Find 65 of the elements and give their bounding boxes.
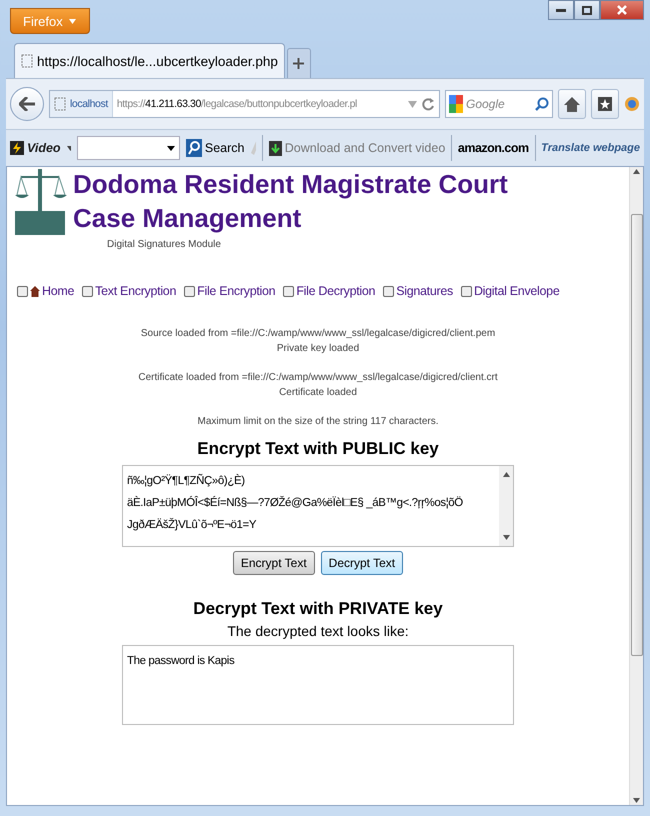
page-icon — [54, 97, 66, 111]
action-button[interactable]: Decrypt Text — [320, 551, 404, 575]
close-button[interactable] — [600, 0, 644, 20]
scroll-up-arrow-icon[interactable] — [502, 472, 510, 477]
star-icon — [598, 97, 612, 111]
maximize-icon — [582, 6, 592, 14]
reload-icon[interactable] — [421, 97, 435, 111]
download-icon — [268, 140, 282, 156]
scroll-up-arrow-icon[interactable] — [633, 169, 640, 174]
caret-icon[interactable] — [66, 146, 71, 150]
encrypted-text-area[interactable]: ñ‰¦gO²Ÿ¶L¶ZÑÇ»ô)¿È) äÈ.IaP±üþMÓÎ<$Éí=Nß§—?7ØŽé@Ga%ëÏèl□E§ _áB™g<.?ŗŗ%os¦õÖ JgðÆÄšŽ}VLû`õ¬ºE¬ö1=Y — [122, 465, 514, 547]
amazon-link[interactable]: amazon.com — [458, 141, 529, 155]
scroll-down-arrow-icon[interactable] — [633, 798, 640, 803]
court-title: Dodoma Resident Magistrate Court — [73, 168, 508, 201]
address-bar[interactable]: localhost https://41.211.63.30/legalcase/buttonpubcertkeyloader.pl — [49, 90, 440, 118]
search-placeholder: Google — [466, 97, 506, 111]
translate-webpage-button[interactable]: Translate webpage — [541, 142, 640, 154]
nav-link[interactable]: Signatures — [383, 284, 453, 298]
maximize-button[interactable] — [574, 0, 600, 20]
nav-link[interactable]: File Decryption — [283, 284, 376, 298]
download-video-button[interactable]: Download and Convert video — [268, 140, 446, 156]
tab-title: https://localhost/le...ubcertkeyloader.php — [37, 54, 278, 68]
page-scrollbar[interactable] — [629, 167, 643, 805]
status-message: Certificate loaded from =file://C:/wamp/www/www_ssl/legalcase/digicred/client.crt Certificate loaded — [138, 371, 498, 400]
action-button[interactable]: Encrypt Text — [232, 551, 315, 575]
minimize-icon — [556, 8, 566, 12]
nav-link[interactable]: Digital Envelope — [460, 284, 560, 298]
status-message: Maximum limit on the size of the string 117 characters. — [197, 415, 439, 429]
back-button[interactable] — [10, 87, 44, 121]
scroll-down-arrow-icon[interactable] — [502, 535, 510, 540]
house-icon — [564, 96, 580, 112]
addon-icon[interactable] — [624, 96, 640, 112]
dropdown-arrow-icon — [166, 146, 175, 150]
toolbar-search-field[interactable] — [76, 136, 180, 160]
back-arrow-icon — [19, 97, 35, 111]
search-icon[interactable] — [535, 97, 549, 111]
nav-link[interactable]: Text Encryption — [82, 284, 176, 298]
page-icon — [21, 54, 33, 68]
court-title: Case Management — [73, 202, 302, 235]
nav-link[interactable]: Home — [17, 284, 74, 298]
scales-of-justice-logo — [15, 167, 67, 237]
search-engine-icon — [449, 95, 463, 113]
video-toolbar-button[interactable]: Video — [10, 141, 61, 155]
search-toolbar-button[interactable]: Search — [186, 139, 244, 157]
plus-icon — [293, 58, 304, 69]
bookmarks-button[interactable] — [591, 89, 619, 119]
lightning-icon — [10, 141, 24, 155]
url-text: https://41.211.63.30/legalcase/buttonpubcertkeyloader.pl — [116, 98, 358, 110]
close-icon — [617, 5, 627, 15]
decrypt-caption: The decrypted text looks like: — [226, 623, 410, 639]
nav-link[interactable]: File Encryption — [184, 284, 276, 298]
new-tab-button[interactable] — [286, 48, 311, 78]
module-subtitle: Digital Signatures Module — [107, 239, 222, 250]
decrypted-text-area[interactable]: The password is Kapis — [122, 645, 514, 725]
site-identity[interactable]: localhost — [50, 91, 113, 117]
browser-tab[interactable]: https://localhost/le...ubcertkeyloader.php — [14, 43, 285, 78]
minimize-button[interactable] — [548, 0, 574, 20]
encrypt-heading: Encrypt Text with PUBLIC key — [196, 439, 440, 459]
house-icon — [30, 286, 40, 296]
search-field[interactable]: Google — [445, 90, 553, 118]
decrypt-heading: Decrypt Text with PRIVATE key — [192, 599, 444, 619]
home-button[interactable] — [558, 89, 586, 119]
status-message: Source loaded from =file://C:/wamp/www/www_ssl/legalcase/digicred/client.pem Private key loaded — [140, 327, 496, 356]
search-icon — [186, 139, 202, 157]
caret-icon — [68, 18, 76, 24]
